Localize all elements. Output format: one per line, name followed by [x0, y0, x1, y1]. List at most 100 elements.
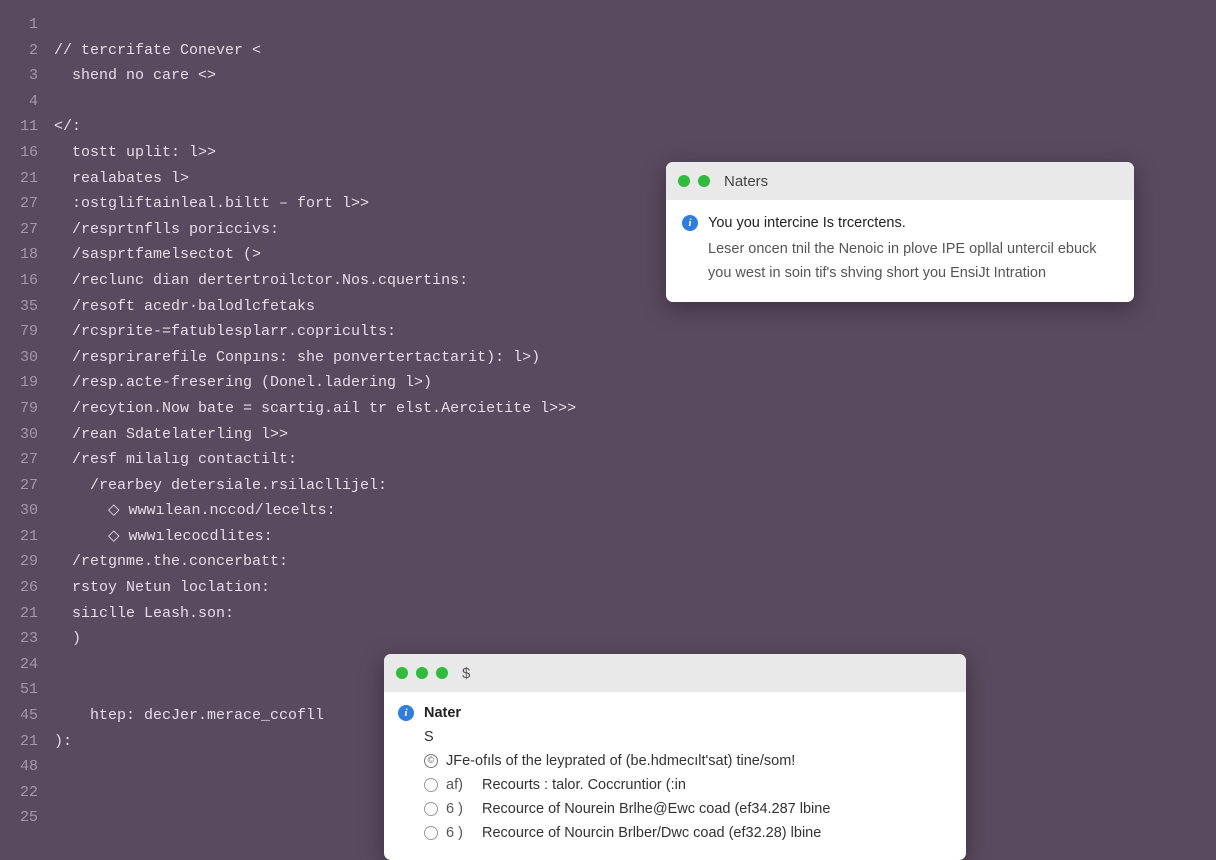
traffic-light-green-icon[interactable] [416, 667, 428, 679]
terminal-line: 6 )Recource of Nourcin Brlber/Dwc coad (… [424, 822, 830, 846]
code-text[interactable]: rstoy Netun loclation: [54, 575, 1216, 601]
line-number: 19 [0, 370, 54, 396]
code-text[interactable]: ) [54, 626, 1216, 652]
traffic-light-green-icon[interactable] [396, 667, 408, 679]
code-text[interactable]: siıclle Leash.son: [54, 601, 1216, 627]
code-line[interactable]: 27 /rearbey detersiale.rsilacllijel: [0, 473, 1216, 499]
code-line[interactable]: 19 /resp.acte-fresering (Donel.ladering … [0, 370, 1216, 396]
code-text[interactable]: /resprirarefile Conpıns: she ponverterta… [54, 345, 1216, 371]
code-line[interactable]: 2// tercrifate Conever < [0, 38, 1216, 64]
code-line[interactable]: 30 ◇ wwwılean.nccod/lecelts: [0, 498, 1216, 524]
popup-titlebar[interactable]: Naters [666, 162, 1134, 200]
code-text[interactable]: /recytion.Now bate = scartig.ail tr elst… [54, 396, 1216, 422]
code-text[interactable]: </: [54, 114, 1216, 140]
popup-message-line2: Leser oncen tnil the Nenoic in plove IPE… [708, 238, 1118, 286]
code-text[interactable]: shend no care <> [54, 63, 1216, 89]
terminal-line-text: Recource of Nourein Brlhe@Ewc coad (ef34… [482, 798, 830, 822]
line-number: 27 [0, 473, 54, 499]
line-number: 30 [0, 345, 54, 371]
line-number: 45 [0, 703, 54, 729]
terminal-line-text: Recourts : talor. Coccruntior (:in [482, 774, 686, 798]
line-number: 26 [0, 575, 54, 601]
bullet-icon: © [424, 754, 438, 768]
code-text[interactable]: ◇ wwwılecocdlites: [54, 524, 1216, 550]
line-number: 1 [0, 12, 54, 38]
line-number: 35 [0, 294, 54, 320]
bullet-icon [424, 778, 438, 792]
line-number: 21 [0, 601, 54, 627]
line-number: 29 [0, 549, 54, 575]
popup-message-line1: You you intercine Is trcerctens. [708, 212, 1118, 236]
code-line[interactable]: 11</: [0, 114, 1216, 140]
line-number: 25 [0, 805, 54, 831]
terminal-line: 6 ) Recource of Nourein Brlhe@Ewc coad (e… [424, 798, 830, 822]
line-number: 79 [0, 396, 54, 422]
terminal-popup: $ i Nater S ©JFe-ofıls of the leyprated … [384, 654, 966, 860]
line-number: 27 [0, 447, 54, 473]
code-text[interactable]: /rcsprite-=fatublesplarr.copricults: [54, 319, 1216, 345]
code-line[interactable]: 3 shend no care <> [0, 63, 1216, 89]
line-number: 16 [0, 268, 54, 294]
notification-popup: Naters i You you intercine Is trcerctens… [666, 162, 1134, 302]
code-text[interactable]: /resf milalıg contactilt: [54, 447, 1216, 473]
terminal-heading: Nater [424, 702, 830, 726]
bullet-icon [424, 802, 438, 816]
line-number: 48 [0, 754, 54, 780]
code-line[interactable]: 79 /recytion.Now bate = scartig.ail tr e… [0, 396, 1216, 422]
line-number: 2 [0, 38, 54, 64]
terminal-titlebar[interactable]: $ [384, 654, 966, 692]
line-number: 21 [0, 729, 54, 755]
line-number: 30 [0, 498, 54, 524]
code-line[interactable]: 1 [0, 12, 1216, 38]
line-number: 11 [0, 114, 54, 140]
popup-body: i You you intercine Is trcerctens. Leser… [666, 200, 1134, 302]
terminal-line: © JFe-ofıls of the leyprated of (be.hdmec… [424, 750, 830, 774]
line-number: 3 [0, 63, 54, 89]
line-number: 22 [0, 780, 54, 806]
line-number: 30 [0, 422, 54, 448]
info-icon: i [398, 705, 414, 721]
code-text[interactable]: ◇ wwwılean.nccod/lecelts: [54, 498, 1216, 524]
code-line[interactable]: 21 ◇ wwwılecocdlites: [0, 524, 1216, 550]
code-line[interactable]: 23 ) [0, 626, 1216, 652]
code-line[interactable]: 79 /rcsprite-=fatublesplarr.copricults: [0, 319, 1216, 345]
line-number: 27 [0, 191, 54, 217]
line-number: 18 [0, 242, 54, 268]
bullet-icon [424, 826, 438, 840]
code-text[interactable]: /resp.acte-fresering (Donel.ladering l>) [54, 370, 1216, 396]
traffic-light-green-icon[interactable] [698, 175, 710, 187]
code-text[interactable] [54, 89, 1216, 115]
info-icon: i [682, 215, 698, 231]
code-text[interactable]: /rearbey detersiale.rsilacllijel: [54, 473, 1216, 499]
terminal-body: i Nater S ©JFe-ofıls of the leyprated of… [384, 692, 966, 860]
line-number: 21 [0, 524, 54, 550]
line-number: 16 [0, 140, 54, 166]
line-number: 24 [0, 652, 54, 678]
line-number: 79 [0, 319, 54, 345]
terminal-line: af) Recourts : talor. Coccruntior (:in [424, 774, 830, 798]
code-line[interactable]: 30 /rean Sdatelaterling l>> [0, 422, 1216, 448]
terminal-line-num: af) [446, 774, 474, 798]
line-number: 21 [0, 166, 54, 192]
terminal-line-num: 6 ) [446, 822, 474, 846]
code-line[interactable]: 27 /resf milalıg contactilt: [0, 447, 1216, 473]
code-line[interactable]: 30 /resprirarefile Conpıns: she ponverte… [0, 345, 1216, 371]
code-line[interactable]: 29 /retgnme.the.concerbatt: [0, 549, 1216, 575]
line-number: 51 [0, 677, 54, 703]
code-line[interactable]: 21 siıclle Leash.son: [0, 601, 1216, 627]
popup-title: Naters [724, 173, 768, 190]
terminal-prompt-icon: $ [462, 665, 470, 682]
code-text[interactable]: // tercrifate Conever < [54, 38, 1216, 64]
line-number: 4 [0, 89, 54, 115]
traffic-light-green-icon[interactable] [436, 667, 448, 679]
code-text[interactable]: /retgnme.the.concerbatt: [54, 549, 1216, 575]
terminal-line-num: 6 ) [446, 798, 474, 822]
line-number: 27 [0, 217, 54, 243]
line-number: 23 [0, 626, 54, 652]
code-line[interactable]: 4 [0, 89, 1216, 115]
terminal-line-text: JFe-ofıls of the leyprated of (be.hdmecı… [446, 750, 795, 774]
code-line[interactable]: 26 rstoy Netun loclation: [0, 575, 1216, 601]
traffic-light-green-icon[interactable] [678, 175, 690, 187]
code-text[interactable]: /rean Sdatelaterling l>> [54, 422, 1216, 448]
code-text[interactable] [54, 12, 1216, 38]
